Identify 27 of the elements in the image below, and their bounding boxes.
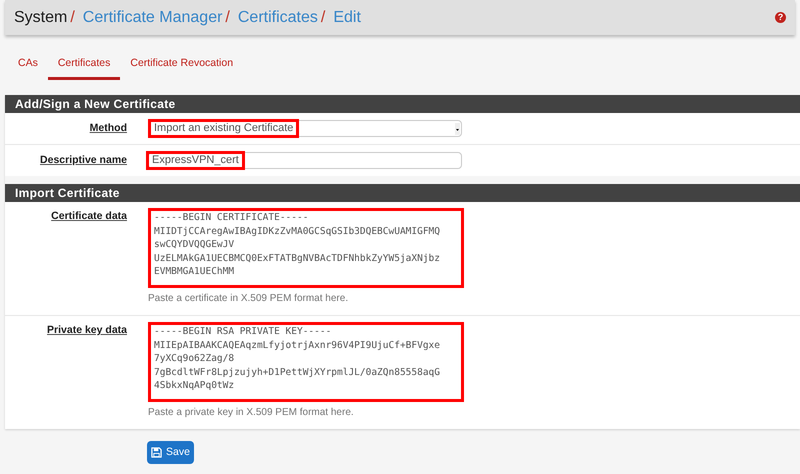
field-label: Private key data: [47, 323, 127, 338]
field-label: Descriptive name: [40, 153, 127, 168]
help-icon[interactable]: ?: [775, 12, 786, 23]
field-label: Method: [90, 121, 127, 136]
breadcrumb-text: System: [14, 8, 68, 28]
pem-textarea[interactable]: -----BEGIN CERTIFICATE----- MIIDTjCCAregAwIBAgIDKzZvMA0GCSqGSIb3DQEBCwUAMIGFMQ swCQYDVQQGEwJV UzELMAkGA1UECBMCQ0ExFTATBgNVBAcTDFNhbkZyYW5jaXNjbz EVMBMGA1UEChMM: [148, 208, 464, 288]
help-text: Paste a private key in X.509 PEM format here.: [148, 406, 355, 420]
method-select[interactable]: Import an existing Certificate: [148, 120, 462, 137]
breadcrumb-link[interactable]: Certificates: [238, 6, 318, 30]
input-value: ExpressVPN_cert: [146, 151, 245, 170]
tab[interactable]: Certificates: [48, 54, 120, 80]
breadcrumb-separator: /: [225, 8, 230, 28]
select-value: Import an existing Certificate: [148, 119, 300, 138]
section-heading: Add/Sign a New Certificate: [5, 95, 800, 113]
name-input-field[interactable]: ExpressVPN_cert: [148, 152, 462, 169]
pem-textarea[interactable]: -----BEGIN RSA PRIVATE KEY----- MIIEpAIBAAKCAQEAqzmLfyjotrjAxnr96V4PI9UjuCf+BFVgxe 7yXCq9o62Zag/8 7gBcdltWFr8Lpjzujyh+D1PettWjXYrpmlJL/0aZQn85558aqG 4SbkxNqAPq0tWz: [148, 322, 464, 402]
breadcrumb-separator: /: [70, 8, 75, 28]
breadcrumb-link[interactable]: Certificate Manager: [82, 6, 222, 30]
tab[interactable]: CAs: [8, 54, 48, 80]
field-label: Certificate data: [51, 209, 127, 224]
help-text: Paste a certificate in X.509 PEM format here.: [148, 292, 350, 306]
tab[interactable]: Certificate Revocation: [120, 54, 244, 80]
caret-icon: [455, 122, 460, 134]
save-button[interactable]: Save: [147, 441, 194, 464]
breadcrumb-link[interactable]: Edit: [333, 6, 361, 30]
section-heading: Import Certificate: [5, 184, 800, 202]
breadcrumb-separator: /: [320, 8, 326, 28]
